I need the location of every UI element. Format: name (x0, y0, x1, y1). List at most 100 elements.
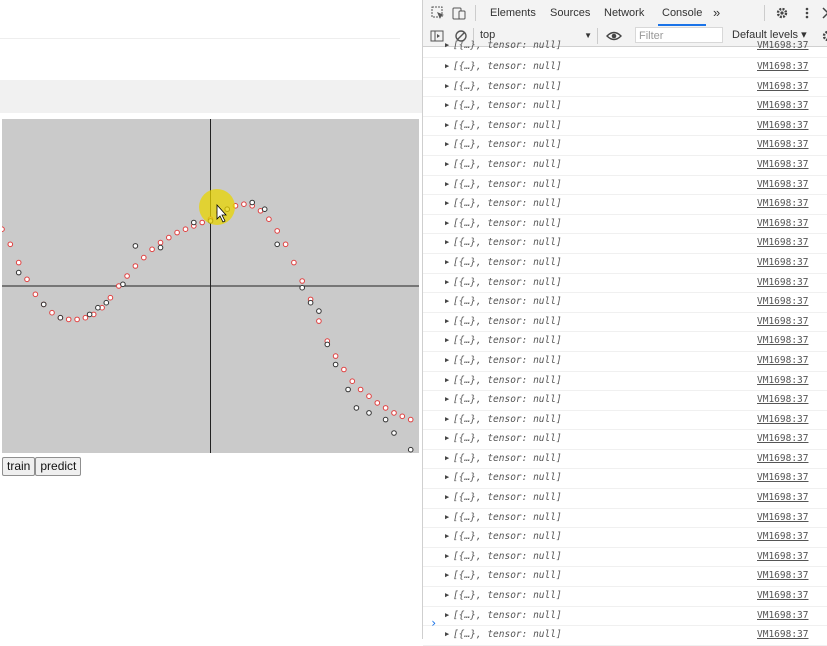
expand-arrow-icon[interactable]: ▶ (445, 238, 449, 246)
console-source-link[interactable]: VM1698:37 (757, 316, 808, 327)
settings-gear-icon[interactable] (775, 6, 789, 20)
console-message-row[interactable]: ▶ [{…}, tensor: null] VM1698:37 (423, 40, 827, 58)
expand-arrow-icon[interactable]: ▶ (445, 630, 449, 638)
expand-arrow-icon[interactable]: ▶ (445, 473, 449, 481)
expand-arrow-icon[interactable]: ▶ (445, 101, 449, 109)
console-message-row[interactable]: ▶ [{…}, tensor: null] VM1698:37 (423, 430, 827, 450)
expand-arrow-icon[interactable]: ▶ (445, 356, 449, 364)
expand-arrow-icon[interactable]: ▶ (445, 41, 449, 49)
console-source-link[interactable]: VM1698:37 (757, 100, 808, 111)
console-message-row[interactable]: ▶ [{…}, tensor: null] VM1698:37 (423, 156, 827, 176)
expand-arrow-icon[interactable]: ▶ (445, 434, 449, 442)
console-message-row[interactable]: ▶ [{…}, tensor: null] VM1698:37 (423, 136, 827, 156)
console-source-link[interactable]: VM1698:37 (757, 159, 808, 170)
console-prompt[interactable]: › (430, 616, 437, 630)
expand-arrow-icon[interactable]: ▶ (445, 552, 449, 560)
console-source-link[interactable]: VM1698:37 (757, 296, 808, 307)
expand-arrow-icon[interactable]: ▶ (445, 611, 449, 619)
console-message-row[interactable]: ▶ [{…}, tensor: null] VM1698:37 (423, 97, 827, 117)
console-message-row[interactable]: ▶ [{…}, tensor: null] VM1698:37 (423, 274, 827, 294)
console-message-row[interactable]: ▶ [{…}, tensor: null] VM1698:37 (423, 352, 827, 372)
console-message-row[interactable]: ▶ [{…}, tensor: null] VM1698:37 (423, 215, 827, 235)
console-source-link[interactable]: VM1698:37 (757, 257, 808, 268)
expand-arrow-icon[interactable]: ▶ (445, 82, 449, 90)
console-source-link[interactable]: VM1698:37 (757, 237, 808, 248)
expand-arrow-icon[interactable]: ▶ (445, 454, 449, 462)
expand-arrow-icon[interactable]: ▶ (445, 219, 449, 227)
console-message-row[interactable]: ▶ [{…}, tensor: null] VM1698:37 (423, 509, 827, 529)
console-source-link[interactable]: VM1698:37 (757, 512, 808, 523)
tab-elements[interactable]: Elements (490, 0, 536, 26)
inspect-element-icon[interactable] (431, 6, 445, 20)
expand-arrow-icon[interactable]: ▶ (445, 376, 449, 384)
console-source-link[interactable]: VM1698:37 (757, 551, 808, 562)
device-toolbar-icon[interactable] (452, 6, 466, 20)
console-message-row[interactable]: ▶ [{…}, tensor: null] VM1698:37 (423, 450, 827, 470)
console-source-link[interactable]: VM1698:37 (757, 81, 808, 92)
console-source-link[interactable]: VM1698:37 (757, 335, 808, 346)
filter-input[interactable]: Filter (635, 27, 723, 43)
console-source-link[interactable]: VM1698:37 (757, 394, 808, 405)
expand-arrow-icon[interactable]: ▶ (445, 591, 449, 599)
console-message-row[interactable]: ▶ [{…}, tensor: null] VM1698:37 (423, 607, 827, 627)
tab-network[interactable]: Network (604, 0, 644, 26)
expand-arrow-icon[interactable]: ▶ (445, 258, 449, 266)
predict-button[interactable]: predict (35, 457, 82, 476)
expand-arrow-icon[interactable]: ▶ (445, 297, 449, 305)
live-expression-eye-icon[interactable] (606, 29, 622, 43)
console-source-link[interactable]: VM1698:37 (757, 355, 808, 366)
expand-arrow-icon[interactable]: ▶ (445, 571, 449, 579)
console-message-row[interactable]: ▶ [{…}, tensor: null] VM1698:37 (423, 489, 827, 509)
console-message-row[interactable]: ▶ [{…}, tensor: null] VM1698:37 (423, 313, 827, 333)
console-message-row[interactable]: ▶ [{…}, tensor: null] VM1698:37 (423, 469, 827, 490)
expand-arrow-icon[interactable]: ▶ (445, 336, 449, 344)
console-message-row[interactable]: ▶ [{…}, tensor: null] VM1698:37 (423, 58, 827, 78)
expand-arrow-icon[interactable]: ▶ (445, 317, 449, 325)
console-message-row[interactable]: ▶ [{…}, tensor: null] VM1698:37 (423, 626, 827, 646)
expand-arrow-icon[interactable]: ▶ (445, 278, 449, 286)
console-source-link[interactable]: VM1698:37 (757, 492, 808, 503)
expand-arrow-icon[interactable]: ▶ (445, 160, 449, 168)
more-options-icon[interactable] (800, 6, 814, 20)
console-message-row[interactable]: ▶ [{…}, tensor: null] VM1698:37 (423, 567, 827, 588)
expand-arrow-icon[interactable]: ▶ (445, 395, 449, 403)
close-icon[interactable] (821, 6, 827, 20)
expand-arrow-icon[interactable]: ▶ (445, 532, 449, 540)
expand-arrow-icon[interactable]: ▶ (445, 415, 449, 423)
console-source-link[interactable]: VM1698:37 (757, 218, 808, 229)
console-source-link[interactable]: VM1698:37 (757, 433, 808, 444)
expand-arrow-icon[interactable]: ▶ (445, 180, 449, 188)
console-source-link[interactable]: VM1698:37 (757, 453, 808, 464)
console-source-link[interactable]: VM1698:37 (757, 472, 808, 483)
expand-arrow-icon[interactable]: ▶ (445, 140, 449, 148)
expand-arrow-icon[interactable]: ▶ (445, 513, 449, 521)
expand-arrow-icon[interactable]: ▶ (445, 62, 449, 70)
console-source-link[interactable]: VM1698:37 (757, 277, 808, 288)
train-button[interactable]: train (2, 457, 36, 476)
console-message-row[interactable]: ▶ [{…}, tensor: null] VM1698:37 (423, 176, 827, 196)
console-message-row[interactable]: ▶ [{…}, tensor: null] VM1698:37 (423, 372, 827, 392)
console-message-row[interactable]: ▶ [{…}, tensor: null] VM1698:37 (423, 254, 827, 274)
tab-console[interactable]: Console (658, 0, 707, 26)
console-source-link[interactable]: VM1698:37 (757, 590, 808, 601)
console-source-link[interactable]: VM1698:37 (757, 414, 808, 425)
console-message-row[interactable]: ▶ [{…}, tensor: null] VM1698:37 (423, 195, 827, 215)
console-source-link[interactable]: VM1698:37 (757, 610, 808, 621)
console-message-row[interactable]: ▶ [{…}, tensor: null] VM1698:37 (423, 117, 827, 137)
expand-arrow-icon[interactable]: ▶ (445, 121, 449, 129)
console-message-row[interactable]: ▶ [{…}, tensor: null] VM1698:37 (423, 528, 827, 548)
console-source-link[interactable]: VM1698:37 (757, 198, 808, 209)
console-source-link[interactable]: VM1698:37 (757, 179, 808, 190)
console-source-link[interactable]: VM1698:37 (757, 40, 808, 51)
console-source-link[interactable]: VM1698:37 (757, 139, 808, 150)
console-message-row[interactable]: ▶ [{…}, tensor: null] VM1698:37 (423, 548, 827, 568)
expand-arrow-icon[interactable]: ▶ (445, 493, 449, 501)
console-settings-icon[interactable] (821, 29, 827, 43)
console-message-row[interactable]: ▶ [{…}, tensor: null] VM1698:37 (423, 391, 827, 411)
console-source-link[interactable]: VM1698:37 (757, 531, 808, 542)
sidebar-toggle-icon[interactable] (430, 29, 444, 43)
tab-sources[interactable]: Sources (550, 0, 590, 26)
console-source-link[interactable]: VM1698:37 (757, 61, 808, 72)
console-message-row[interactable]: ▶ [{…}, tensor: null] VM1698:37 (423, 78, 827, 98)
console-source-link[interactable]: VM1698:37 (757, 120, 808, 131)
